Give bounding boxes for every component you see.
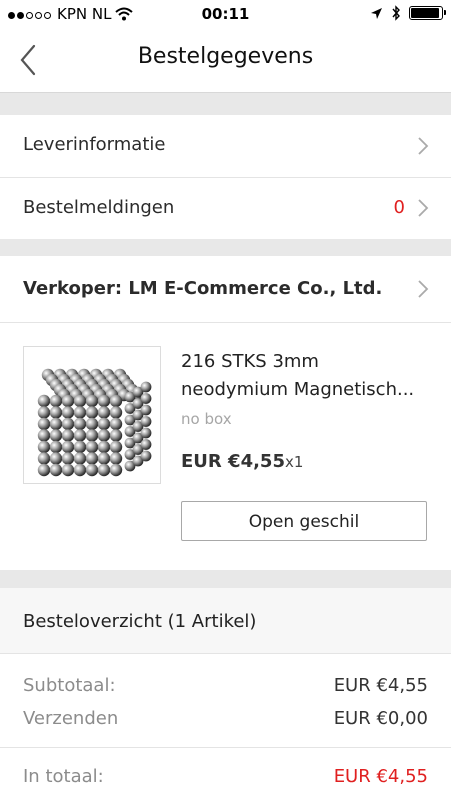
- product-title-line: 216 STKS 3mm: [181, 351, 319, 372]
- product-price: EUR €4,55x1: [181, 451, 303, 472]
- total-value: EUR €4,55: [333, 766, 428, 787]
- product-image[interactable]: [23, 346, 161, 484]
- product-title-line: neodymium Magnetisch...: [181, 379, 415, 400]
- chevron-right-icon: [418, 280, 429, 298]
- page-title: Bestelgegevens: [137, 44, 314, 69]
- row-label: Bestelmeldingen: [23, 197, 175, 218]
- chevron-right-icon: [418, 137, 429, 155]
- magnet-cube-image: [37, 368, 152, 477]
- shipping-label: Verzenden: [23, 708, 119, 729]
- nav-bar: Bestelgegevens: [0, 30, 451, 93]
- product-variant: no box: [181, 410, 232, 428]
- bluetooth-icon: [392, 5, 400, 21]
- summary-title: Besteloverzicht (1 Artikel): [23, 611, 257, 632]
- open-dispute-button[interactable]: Open geschil: [181, 501, 427, 541]
- row-delivery-info[interactable]: Leverinformatie: [0, 115, 451, 177]
- shipping-value: EUR €0,00: [333, 708, 428, 729]
- subtotal-value: EUR €4,55: [333, 675, 428, 696]
- location-arrow-icon: [371, 7, 382, 19]
- message-count: 0: [393, 197, 405, 218]
- divider: [0, 747, 451, 748]
- divider: [0, 322, 451, 323]
- summary-header: Besteloverzicht (1 Artikel): [0, 588, 451, 654]
- status-bar: KPN NL 00:11: [0, 0, 451, 30]
- quantity: x1: [284, 453, 304, 471]
- product-title[interactable]: 216 STKS 3mm neodymium Magnetisch...: [181, 348, 431, 404]
- seller-row[interactable]: Verkoper: LM E-Commerce Co., Ltd.: [0, 256, 451, 322]
- section-separator: [0, 570, 451, 588]
- chevron-right-icon: [418, 199, 429, 217]
- seller-name: Verkoper: LM E-Commerce Co., Ltd.: [23, 278, 383, 299]
- subtotal-label: Subtotaal:: [23, 675, 116, 696]
- price-value: EUR €4,55: [181, 451, 285, 472]
- row-order-messages[interactable]: Bestelmeldingen 0: [0, 178, 451, 239]
- section-separator: [0, 239, 451, 256]
- battery-icon: [409, 6, 446, 20]
- row-label: Leverinformatie: [23, 134, 166, 155]
- total-label: In totaal:: [23, 766, 104, 787]
- section-separator: [0, 93, 451, 115]
